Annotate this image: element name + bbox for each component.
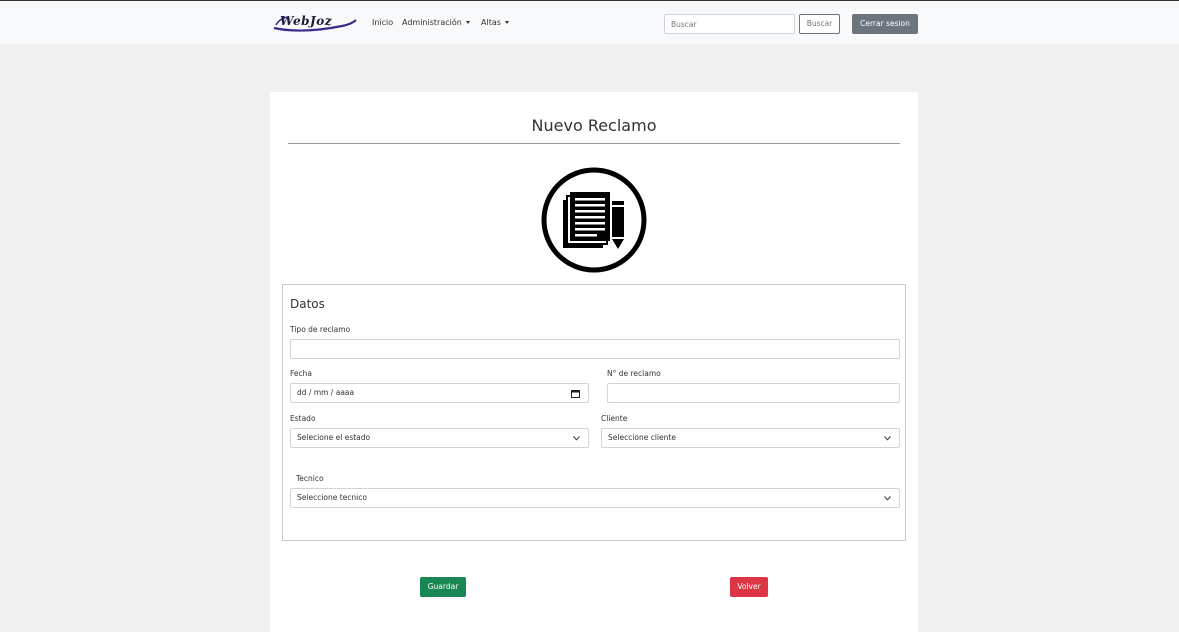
fieldset-legend: Datos	[290, 297, 325, 311]
nav-altas-label: Altas	[481, 18, 501, 27]
estado-select[interactable]: Selecione el estado	[290, 428, 589, 448]
logout-button[interactable]: Cerrar sesion	[852, 14, 918, 34]
fecha-label: Fecha	[290, 369, 312, 378]
brand-logo[interactable]: WebJoz	[272, 12, 358, 34]
chevron-down-icon	[884, 496, 891, 501]
estado-label: Estado	[290, 414, 316, 423]
tipo-reclamo-label: Tipo de reclamo	[290, 325, 351, 334]
tecnico-selected-value: Seleccione tecnico	[297, 493, 367, 502]
tecnico-select[interactable]: Seleccione tecnico	[290, 488, 900, 508]
cliente-select[interactable]: Seleccione cliente	[601, 428, 900, 448]
numero-reclamo-input[interactable]	[607, 383, 900, 403]
datos-fieldset: Datos Tipo de reclamo Fecha dd / mm / aa…	[282, 284, 906, 541]
search-button[interactable]: Buscar	[799, 14, 840, 34]
caret-down-icon	[465, 21, 470, 24]
navbar: WebJoz Inicio Administración Altas Busca…	[0, 1, 1179, 44]
brand-text: WebJoz	[280, 14, 333, 28]
tecnico-label: Tecnico	[296, 474, 324, 483]
calendar-icon[interactable]	[571, 389, 580, 398]
chevron-down-icon	[573, 436, 580, 441]
tipo-reclamo-input[interactable]	[290, 339, 900, 359]
title-divider	[288, 143, 900, 144]
nav-altas-dropdown[interactable]: Altas	[481, 18, 509, 27]
nav-administracion-label: Administración	[402, 18, 462, 27]
form-card: Nuevo Reclamo Datos Tipo de reclamo Fech…	[270, 92, 918, 632]
guardar-button[interactable]: Guardar	[420, 577, 466, 597]
document-pencil-icon	[541, 167, 647, 273]
caret-down-icon	[504, 21, 509, 24]
numero-reclamo-label: N° de reclamo	[607, 369, 661, 378]
page-title: Nuevo Reclamo	[531, 116, 657, 135]
nav-inicio[interactable]: Inicio	[372, 18, 393, 27]
chevron-down-icon	[884, 436, 891, 441]
fecha-date-input[interactable]: dd / mm / aaaa	[290, 383, 589, 403]
estado-selected-value: Selecione el estado	[297, 433, 371, 442]
cliente-selected-value: Seleccione cliente	[608, 433, 676, 442]
nav-administracion-dropdown[interactable]: Administración	[402, 18, 470, 27]
cliente-label: Cliente	[601, 414, 628, 423]
search-input[interactable]	[664, 14, 795, 34]
fecha-placeholder: dd / mm / aaaa	[297, 388, 355, 397]
volver-button[interactable]: Volver	[730, 577, 768, 597]
